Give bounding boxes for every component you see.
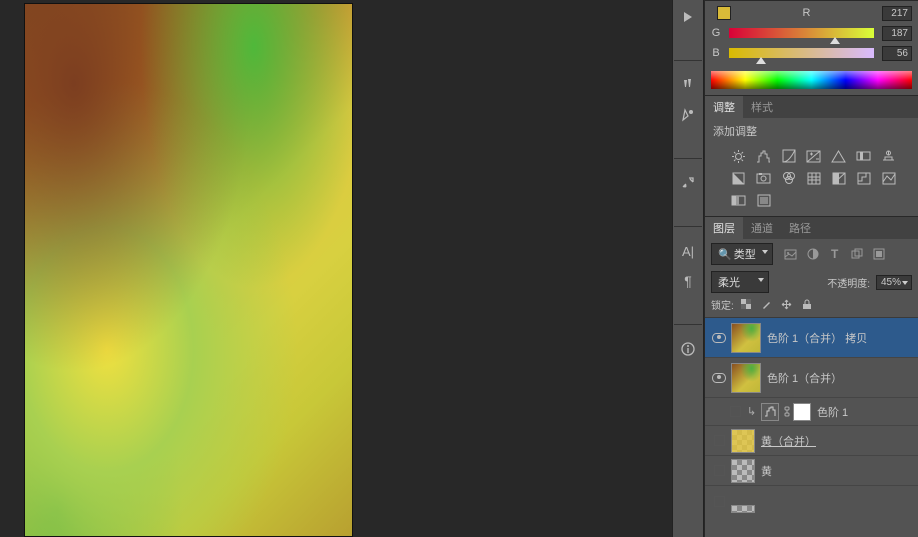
hidden-icon xyxy=(714,496,725,507)
mask-thumbnail[interactable] xyxy=(793,403,811,421)
layers-panel: 图层 通道 路径 🔍类型 T 柔光 不透明度: 45% 锁定: xyxy=(705,216,918,537)
hue-saturation-icon[interactable] xyxy=(854,148,873,164)
link-icon xyxy=(783,406,791,417)
curves-icon[interactable] xyxy=(779,148,798,164)
selective-color-icon[interactable] xyxy=(754,192,773,208)
color-spectrum[interactable] xyxy=(711,71,912,89)
layer-name[interactable]: 色阶 1（合并） 拷贝 xyxy=(767,330,867,346)
layer-thumbnail[interactable] xyxy=(731,429,755,453)
paragraph-panel-icon[interactable]: ¶ xyxy=(674,267,702,295)
g-value[interactable]: 187 xyxy=(882,26,912,41)
eye-icon xyxy=(712,333,726,343)
filter-adjustment-icon[interactable] xyxy=(805,247,821,261)
layer-row-adjustment[interactable]: ↳ 色阶 1 xyxy=(705,398,918,426)
tab-adjustments[interactable]: 调整 xyxy=(705,96,743,118)
foreground-swatch[interactable] xyxy=(717,6,731,20)
visibility-toggle[interactable] xyxy=(709,318,729,357)
layer-name[interactable]: 色阶 1 xyxy=(817,404,848,420)
lock-transparency-icon[interactable] xyxy=(740,298,754,312)
layer-name[interactable]: 黄 xyxy=(761,463,772,479)
layer-row[interactable]: 色阶 1（合并） xyxy=(705,358,918,398)
r-value[interactable]: 217 xyxy=(882,6,912,21)
layer-row[interactable]: 黄（合并） xyxy=(705,426,918,456)
photo-filter-icon[interactable] xyxy=(754,170,773,186)
opacity-label: 不透明度: xyxy=(827,275,870,290)
color-panel: R 217 G 187 B 56 xyxy=(705,0,918,95)
clip-indicator-icon: ↳ xyxy=(747,405,757,418)
layer-thumbnail[interactable] xyxy=(731,505,755,513)
invert-icon[interactable] xyxy=(829,170,848,186)
adjustment-thumbnail[interactable] xyxy=(761,403,779,421)
right-panels: R 217 G 187 B 56 调整 样式 添加调整 xyxy=(704,0,918,537)
hidden-icon xyxy=(730,406,741,417)
lock-position-icon[interactable] xyxy=(780,298,794,312)
levels-icon[interactable] xyxy=(754,148,773,164)
visibility-toggle[interactable] xyxy=(709,426,729,455)
add-adjustment-label: 添加调整 xyxy=(705,118,918,144)
b-value[interactable]: 56 xyxy=(882,46,912,61)
layer-thumbnail[interactable] xyxy=(731,459,755,483)
exposure-icon[interactable] xyxy=(804,148,823,164)
filter-type-icon[interactable]: T xyxy=(827,247,843,261)
canvas-area[interactable] xyxy=(0,0,672,537)
visibility-toggle[interactable] xyxy=(709,358,729,397)
layer-thumbnail[interactable] xyxy=(731,323,761,353)
info-panel-icon[interactable] xyxy=(674,335,702,363)
b-slider[interactable] xyxy=(729,48,874,58)
layer-thumbnail[interactable] xyxy=(731,363,761,393)
layer-row[interactable]: 黄 xyxy=(705,456,918,486)
color-balance-icon[interactable] xyxy=(879,148,898,164)
tab-layers[interactable]: 图层 xyxy=(705,217,743,239)
threshold-icon[interactable] xyxy=(879,170,898,186)
channel-mixer-icon[interactable] xyxy=(779,170,798,186)
brush-panel-icon[interactable] xyxy=(674,71,702,99)
b-label: B xyxy=(711,47,721,59)
layer-row[interactable] xyxy=(705,486,918,516)
visibility-toggle[interactable] xyxy=(725,398,745,425)
layer-row[interactable]: 色阶 1（合并） 拷贝 xyxy=(705,318,918,358)
hidden-icon xyxy=(714,465,725,476)
g-slider[interactable] xyxy=(729,28,874,38)
color-lookup-icon[interactable] xyxy=(804,170,823,186)
layer-name[interactable]: 色阶 1（合并） xyxy=(767,370,842,386)
black-white-icon[interactable] xyxy=(729,170,748,186)
gradient-map-icon[interactable] xyxy=(729,192,748,208)
lock-all-icon[interactable] xyxy=(800,298,814,312)
blend-mode-select[interactable]: 柔光 xyxy=(711,271,769,293)
tab-paths[interactable]: 路径 xyxy=(781,217,819,239)
tab-styles[interactable]: 样式 xyxy=(743,96,781,118)
brush-settings-icon[interactable] xyxy=(674,101,702,129)
posterize-icon[interactable] xyxy=(854,170,873,186)
lock-label: 锁定: xyxy=(711,297,734,312)
opacity-value[interactable]: 45% xyxy=(876,275,912,290)
visibility-toggle[interactable] xyxy=(709,486,729,516)
vertical-toolbar: A| ¶ xyxy=(672,0,704,537)
adjustments-panel: 调整 样式 添加调整 xyxy=(705,95,918,216)
visibility-toggle[interactable] xyxy=(709,456,729,485)
layer-filter-kind[interactable]: 🔍类型 xyxy=(711,243,773,265)
layer-list: 色阶 1（合并） 拷贝 色阶 1（合并） ↳ 色阶 1 黄（合并） xyxy=(705,318,918,537)
g-label: G xyxy=(711,27,721,39)
swatch-label: R xyxy=(803,7,811,19)
filter-smart-icon[interactable] xyxy=(871,247,887,261)
layer-name[interactable]: 黄（合并） xyxy=(761,433,816,449)
tab-channels[interactable]: 通道 xyxy=(743,217,781,239)
hidden-icon xyxy=(714,435,725,446)
eye-icon xyxy=(712,373,726,383)
character-panel-icon[interactable]: A| xyxy=(674,237,702,265)
lock-pixels-icon[interactable] xyxy=(760,298,774,312)
play-icon[interactable] xyxy=(674,3,702,31)
document-canvas[interactable] xyxy=(24,3,353,537)
tools-icon[interactable] xyxy=(674,169,702,197)
vibrance-icon[interactable] xyxy=(829,148,848,164)
filter-pixel-icon[interactable] xyxy=(783,247,799,261)
brightness-contrast-icon[interactable] xyxy=(729,148,748,164)
filter-shape-icon[interactable] xyxy=(849,247,865,261)
